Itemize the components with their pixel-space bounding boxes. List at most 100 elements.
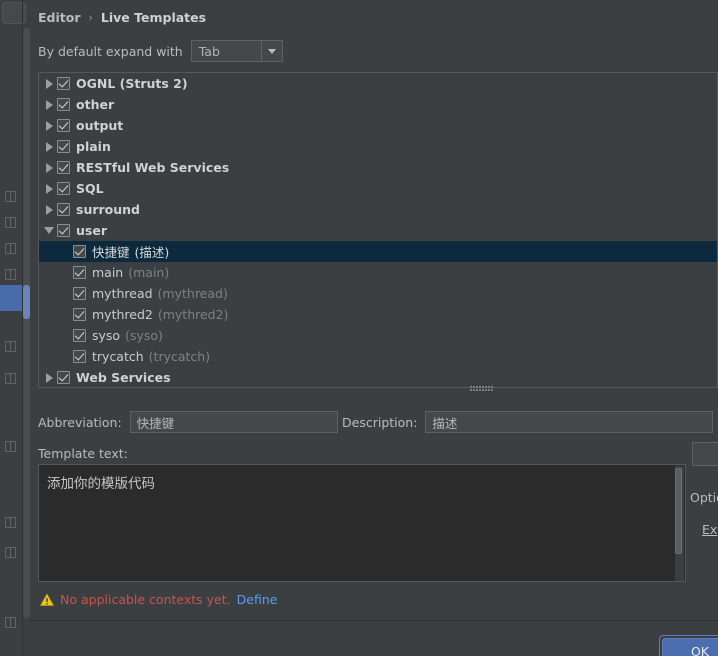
template-checkbox[interactable] [73, 287, 86, 300]
tree-group-label: Web Services [76, 370, 171, 385]
dialog-footer: OK [30, 621, 718, 656]
tree-group-label: RESTful Web Services [76, 160, 230, 175]
options-section-title: Options [690, 490, 718, 505]
chevron-right-icon[interactable] [41, 136, 57, 157]
chevron-right-icon[interactable] [41, 157, 57, 178]
panel-icon[interactable] [4, 268, 18, 282]
templates-tree[interactable]: OGNL (Struts 2) other output plain RESTf… [38, 72, 718, 388]
vertical-scrollbar-track[interactable] [23, 28, 30, 618]
chevron-down-icon[interactable] [41, 220, 57, 241]
tree-group-row-user[interactable]: user [39, 220, 717, 241]
tree-group-label: OGNL (Struts 2) [76, 76, 188, 91]
template-description: (描述) [134, 245, 170, 260]
group-checkbox[interactable] [57, 371, 70, 384]
abbreviation-row: Abbreviation: 快捷键 [38, 410, 338, 434]
template-label: main [92, 265, 124, 280]
tree-template-row[interactable]: mythred2 (mythred2) [39, 304, 717, 325]
panel-icon[interactable] [4, 216, 18, 230]
vertical-scrollbar-thumb[interactable] [23, 285, 30, 319]
group-checkbox[interactable] [57, 161, 70, 174]
live-templates-pane: Editor › Live Templates By default expan… [30, 0, 718, 656]
expand-with-row: By default expand with Tab [38, 40, 283, 62]
description-input[interactable]: 描述 [425, 411, 714, 433]
left-tool-strip [0, 0, 30, 656]
panel-icon[interactable] [4, 242, 18, 256]
tree-group-label: plain [76, 139, 111, 154]
tree-group-row[interactable]: SQL [39, 178, 717, 199]
chevron-right-icon[interactable] [41, 199, 57, 220]
tree-template-row[interactable]: main (main) [39, 262, 717, 283]
panel-icon[interactable] [4, 440, 18, 454]
template-checkbox[interactable] [73, 350, 86, 363]
tree-group-label: output [76, 118, 124, 133]
expand-with-value: Tab [198, 43, 220, 59]
define-context-link[interactable]: Define [237, 592, 278, 607]
page-title: Live Templates [100, 9, 207, 25]
context-warning: No applicable contexts yet. Define [40, 592, 277, 607]
splitter-grip-handle[interactable] [470, 385, 496, 391]
tree-group-label: SQL [76, 181, 104, 196]
warning-icon [40, 592, 54, 607]
group-checkbox[interactable] [57, 140, 70, 153]
expand-with-select[interactable]: Tab [190, 40, 283, 62]
tree-group-row[interactable]: OGNL (Struts 2) [39, 73, 717, 94]
tree-group-row[interactable]: plain [39, 136, 717, 157]
abbreviation-value: 快捷键 [136, 415, 175, 431]
template-description: (main) [128, 265, 170, 280]
abbreviation-input[interactable]: 快捷键 [129, 411, 338, 433]
expand-with-option-label: Ex [702, 522, 718, 537]
tree-template-row-selected[interactable]: 快捷键 (描述) [39, 241, 717, 262]
template-label: mythread [92, 286, 153, 301]
group-checkbox[interactable] [57, 224, 70, 237]
template-label: trycatch [92, 349, 144, 364]
template-text-value: 添加你的模版代码 [47, 476, 155, 492]
template-checkbox[interactable] [73, 308, 86, 321]
abbreviation-label: Abbreviation: [38, 414, 122, 430]
chevron-right-icon[interactable] [41, 73, 57, 94]
tree-group-row[interactable]: output [39, 115, 717, 136]
editor-scrollbar-thumb[interactable] [675, 468, 682, 554]
ok-button[interactable]: OK [662, 638, 718, 656]
group-checkbox[interactable] [57, 98, 70, 111]
chevron-right-icon[interactable] [41, 115, 57, 136]
editor-scrollbar-track[interactable] [675, 466, 684, 581]
breadcrumb-separator-icon: › [88, 10, 93, 24]
chevron-right-icon[interactable] [41, 94, 57, 115]
panel-icon[interactable] [4, 516, 18, 530]
tree-template-row[interactable]: mythread (mythread) [39, 283, 717, 304]
template-label: mythred2 [92, 307, 153, 322]
template-label: 快捷键 [92, 245, 130, 260]
group-checkbox[interactable] [57, 77, 70, 90]
breadcrumb-root[interactable]: Editor [38, 10, 81, 25]
panel-icon[interactable] [4, 546, 18, 560]
tree-template-row[interactable]: syso (syso) [39, 325, 717, 346]
panel-icon[interactable] [4, 190, 18, 204]
chevron-right-icon[interactable] [41, 367, 57, 387]
template-text-editor[interactable]: 添加你的模版代码 [38, 464, 686, 582]
tree-template-row[interactable]: trycatch (trycatch) [39, 346, 717, 367]
panel-icon[interactable] [4, 372, 18, 386]
panel-icon[interactable] [4, 616, 18, 630]
tree-group-row[interactable]: other [39, 94, 717, 115]
tree-group-label: other [76, 97, 115, 112]
tree-group-row[interactable]: surround [39, 199, 717, 220]
tree-group-row[interactable]: RESTful Web Services [39, 157, 717, 178]
template-description: (mythred2) [157, 307, 229, 322]
template-checkbox[interactable] [73, 266, 86, 279]
group-checkbox[interactable] [57, 203, 70, 216]
template-checkbox[interactable] [73, 245, 86, 258]
group-checkbox[interactable] [57, 182, 70, 195]
options-field-clipped[interactable] [692, 442, 718, 466]
group-checkbox[interactable] [57, 119, 70, 132]
tree-group-row[interactable]: Web Services [39, 367, 717, 387]
template-checkbox[interactable] [73, 329, 86, 342]
description-value: 描述 [432, 415, 458, 431]
strip-divider [22, 0, 23, 656]
panel-icon-selected[interactable] [0, 285, 22, 311]
template-description: (trycatch) [148, 349, 211, 364]
settings-dialog: Editor › Live Templates By default expan… [0, 0, 718, 656]
template-description: (syso) [125, 328, 163, 343]
chevron-down-icon[interactable] [260, 41, 282, 61]
chevron-right-icon[interactable] [41, 178, 57, 199]
panel-icon[interactable] [4, 340, 18, 354]
